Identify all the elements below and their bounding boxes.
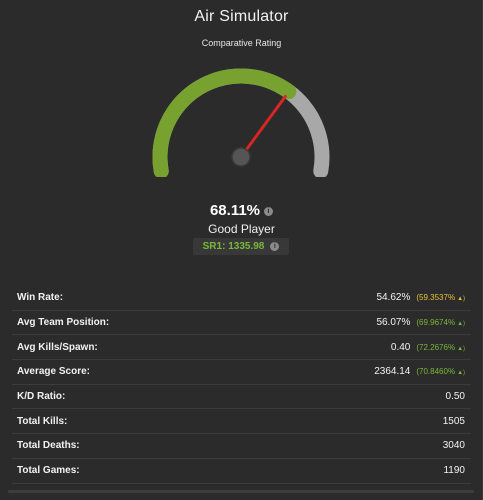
stat-row-win-rate: Win Rate: 54.62% (59.3537% ▲) xyxy=(12,286,471,311)
stat-percentile: (70.8460% ▲) xyxy=(416,367,465,377)
stat-label: K/D Ratio: xyxy=(17,391,66,403)
stat-percentile: (59.3537% ▲) xyxy=(416,293,465,303)
stat-value: 54.62% xyxy=(376,292,411,304)
stats-table: Win Rate: 54.62% (59.3537% ▲) Avg Team Po… xyxy=(12,286,471,484)
info-icon[interactable]: i xyxy=(264,206,274,216)
stat-row-kd-ratio: K/D Ratio: 0.50 xyxy=(12,385,471,410)
stat-label: Total Games: xyxy=(17,465,80,477)
stat-value: 2364.14 xyxy=(374,366,411,378)
stat-value: 56.07% xyxy=(376,317,411,329)
rating-percent: 68.11% i xyxy=(0,202,483,219)
up-arrow-icon: ▲) xyxy=(457,296,465,303)
stat-row-total-kills: Total Kills: 1505 xyxy=(12,409,471,435)
sr-info-icon[interactable]: i xyxy=(270,242,280,251)
stat-value: 3040 xyxy=(442,440,465,452)
stat-label: Avg Kills/Spawn: xyxy=(17,341,98,353)
stat-row-avg-kills-spawn: Avg Kills/Spawn: 0.40 (72.2676% ▲) xyxy=(12,335,471,361)
gauge-fill xyxy=(152,68,297,177)
up-arrow-icon: ▲) xyxy=(457,345,465,352)
sr-value: SR1: 1335.98 xyxy=(202,241,265,252)
stat-row-total-games: Total Games: 1190 xyxy=(12,459,471,484)
rating-verdict: Good Player xyxy=(208,222,275,236)
stat-percentile: (69.9674% ▲) xyxy=(416,318,465,328)
gauge-subtitle: Comparative Rating xyxy=(201,38,282,48)
stat-label: Average Score: xyxy=(17,366,90,378)
stat-value: 1190 xyxy=(443,465,465,477)
page-title: Air Simulator xyxy=(194,8,289,25)
gauge-needle xyxy=(239,94,287,159)
stat-row-avg-team-position: Avg Team Position: 56.07% (69.9674% ▲) xyxy=(12,311,471,336)
up-arrow-icon: ▲) xyxy=(457,321,465,328)
stat-value: 1505 xyxy=(442,415,465,427)
scrollbar-track[interactable] xyxy=(8,490,474,493)
stat-value: 0.40 xyxy=(390,341,411,353)
stat-row-total-deaths: Total Deaths: 3040 xyxy=(12,434,471,459)
rating-gauge xyxy=(152,68,330,177)
stats-panel: Air Simulator Comparative Rating 68.11% i… xyxy=(0,0,483,500)
stat-percentile: (72.2676% ▲) xyxy=(416,342,465,352)
stat-row-average-score: Average Score: 2364.14 (70.8460% ▲) xyxy=(12,360,471,385)
stat-value: 0.50 xyxy=(445,391,465,403)
stat-label: Avg Team Position: xyxy=(17,317,110,329)
gauge-hub xyxy=(231,147,251,167)
stat-label: Total Kills: xyxy=(17,415,68,427)
stat-label: Total Deaths: xyxy=(17,440,80,452)
rating-percent-value: 68.11% xyxy=(209,202,261,219)
up-arrow-icon: ▲) xyxy=(457,370,465,377)
stat-label: Win Rate: xyxy=(17,292,64,304)
sr-badge: SR1: 1335.98 i xyxy=(193,238,289,255)
